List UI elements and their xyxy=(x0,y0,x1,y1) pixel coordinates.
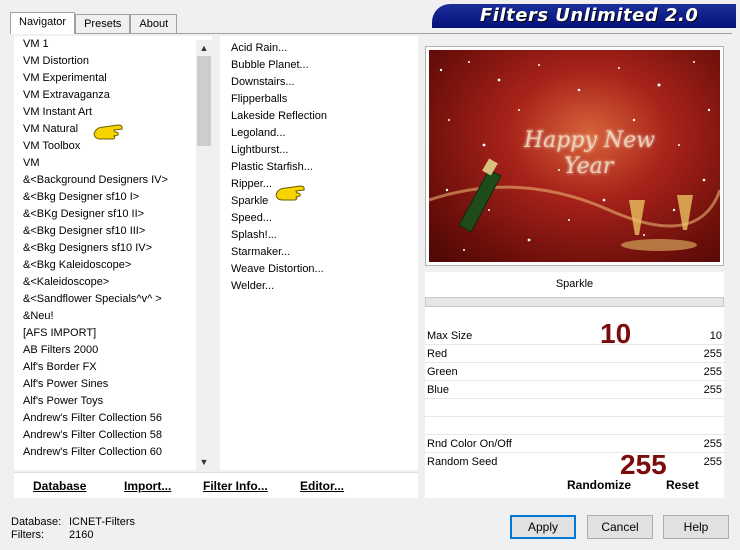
import-button[interactable]: Import... xyxy=(124,479,171,493)
param-value: 10 xyxy=(709,330,722,342)
param-value: 255 xyxy=(703,438,722,450)
max-size-callout: 10 xyxy=(600,318,632,349)
filter-item[interactable]: Flipperballs xyxy=(220,91,418,108)
status-info: Database: ICNET-Filters Filters: 2160 xyxy=(11,516,135,542)
param-label: Green xyxy=(427,366,458,378)
selected-filter-name: Sparkle xyxy=(555,278,594,290)
preview-frame: Happy New Year xyxy=(425,46,724,266)
category-item[interactable]: VM Distortion xyxy=(14,53,212,70)
category-item[interactable]: Alf's Power Sines xyxy=(14,376,212,393)
filter-item[interactable]: Bubble Planet... xyxy=(220,57,418,74)
param-label: Blue xyxy=(427,384,450,396)
filter-item[interactable]: Speed... xyxy=(220,210,418,227)
scroll-down-icon[interactable]: ▼ xyxy=(196,454,212,470)
database-label: Database: xyxy=(11,516,62,528)
filter-item[interactable]: Acid Rain... xyxy=(220,40,418,57)
param-label: Red xyxy=(427,348,448,360)
category-scrollbar[interactable]: ▲ ▼ xyxy=(196,40,212,470)
filter-item[interactable]: Legoland... xyxy=(220,125,418,142)
tab-presets[interactable]: Presets xyxy=(75,14,131,34)
param-value: 255 xyxy=(703,384,722,396)
preview-greeting: Happy New Year xyxy=(524,128,655,180)
parameter-panel: Sparkle Max Size 10 Red 255 Green 255 Bl… xyxy=(425,272,724,498)
filter-item[interactable]: Plastic Starfish... xyxy=(220,159,418,176)
param-row-empty xyxy=(425,417,724,435)
category-item[interactable]: VM Experimental xyxy=(14,70,212,87)
separator xyxy=(425,297,724,307)
preview-image: Happy New Year xyxy=(429,50,720,262)
pointing-hand-icon xyxy=(275,185,305,201)
tab-strip: Navigator Presets About xyxy=(10,12,178,34)
filter-item[interactable]: Weave Distortion... xyxy=(220,261,418,278)
param-row[interactable]: Max Size 10 xyxy=(425,327,724,345)
param-row[interactable]: Rnd Color On/Off 255 xyxy=(425,435,724,453)
param-row[interactable]: Red 255 xyxy=(425,345,724,363)
category-item[interactable]: Andrew's Filter Collection 58 xyxy=(14,427,212,444)
category-list[interactable]: VM 1 VM Distortion VM Experimental VM Ex… xyxy=(14,36,212,470)
category-item[interactable]: &<Bkg Designer sf10 I> xyxy=(14,189,212,206)
param-value: 255 xyxy=(703,456,722,468)
category-item[interactable]: &<Bkg Designers sf10 IV> xyxy=(14,240,212,257)
random-seed-callout: 255 xyxy=(620,449,667,480)
category-item[interactable]: &<Background Designers IV> xyxy=(14,172,212,189)
tab-about[interactable]: About xyxy=(130,14,178,34)
cancel-button[interactable]: Cancel xyxy=(587,515,653,539)
pointing-hand-icon xyxy=(93,124,123,140)
scroll-up-icon[interactable]: ▲ xyxy=(196,40,212,56)
category-item[interactable]: AB Filters 2000 xyxy=(14,342,212,359)
param-value: 255 xyxy=(703,366,722,378)
preview-greeting-line2: Year xyxy=(564,154,614,179)
category-item[interactable]: &<Bkg Kaleidoscope> xyxy=(14,257,212,274)
param-value: 255 xyxy=(703,348,722,360)
category-item[interactable]: Alf's Border FX xyxy=(14,359,212,376)
param-row[interactable]: Blue 255 xyxy=(425,381,724,399)
scroll-thumb[interactable] xyxy=(197,56,211,146)
tab-divider xyxy=(10,33,732,34)
category-item[interactable]: &<BKg Designer sf10 II> xyxy=(14,206,212,223)
category-item[interactable]: Alf's Power Toys xyxy=(14,393,212,410)
param-label: Random Seed xyxy=(427,456,498,468)
filter-list[interactable]: Acid Rain... Bubble Planet... Downstairs… xyxy=(220,36,418,470)
tab-navigator[interactable]: Navigator xyxy=(10,12,76,34)
help-button[interactable]: Help xyxy=(663,515,729,539)
filter-item[interactable]: Welder... xyxy=(220,278,418,295)
category-item[interactable]: &Neu! xyxy=(14,308,212,325)
editor-button[interactable]: Editor... xyxy=(300,479,344,493)
filter-item-selected[interactable]: Sparkle xyxy=(220,193,418,210)
filter-item[interactable]: Starmaker... xyxy=(220,244,418,261)
category-item[interactable]: &<Bkg Designer sf10 III> xyxy=(14,223,212,240)
category-item[interactable]: VM 1 xyxy=(14,36,212,53)
database-button[interactable]: Database xyxy=(33,479,86,493)
filters-count-value: 2160 xyxy=(69,529,94,541)
category-item[interactable]: &<Kaleidoscope> xyxy=(14,274,212,291)
param-row[interactable]: Green 255 xyxy=(425,363,724,381)
param-label: Max Size xyxy=(427,330,473,342)
preview-greeting-line1: Happy New xyxy=(524,128,655,153)
category-item[interactable]: Andrew's Filter Collection 60 xyxy=(14,444,212,461)
category-item[interactable]: Andrew's Filter Collection 56 xyxy=(14,410,212,427)
category-item[interactable]: VM Instant Art xyxy=(14,104,212,121)
category-item[interactable]: VM xyxy=(14,155,212,172)
category-item[interactable]: VM Extravaganza xyxy=(14,87,212,104)
filter-item[interactable]: Lightburst... xyxy=(220,142,418,159)
filters-count-label: Filters: xyxy=(11,529,44,541)
param-row-empty xyxy=(425,399,724,417)
param-row[interactable]: Random Seed 255 xyxy=(425,453,724,471)
category-item[interactable]: [AFS IMPORT] xyxy=(14,325,212,342)
category-item[interactable]: &<Sandflower Specials^v^ > xyxy=(14,291,212,308)
randomize-button[interactable]: Randomize xyxy=(567,478,631,492)
apply-button[interactable]: Apply xyxy=(510,515,576,539)
title-banner: Filters Unlimited 2.0 xyxy=(432,4,736,28)
filter-info-button[interactable]: Filter Info... xyxy=(203,479,268,493)
reset-button[interactable]: Reset xyxy=(666,478,699,492)
param-label: Rnd Color On/Off xyxy=(427,438,512,450)
filter-item[interactable]: Downstairs... xyxy=(220,74,418,91)
filter-item[interactable]: Ripper... xyxy=(220,176,418,193)
bottom-toolbar: Database Import... Filter Info... Editor… xyxy=(14,472,418,498)
filter-item[interactable]: Splash!... xyxy=(220,227,418,244)
database-value: ICNET-Filters xyxy=(69,516,135,528)
filter-item[interactable]: Lakeside Reflection xyxy=(220,108,418,125)
banner-title: Filters Unlimited 2.0 xyxy=(480,5,699,26)
